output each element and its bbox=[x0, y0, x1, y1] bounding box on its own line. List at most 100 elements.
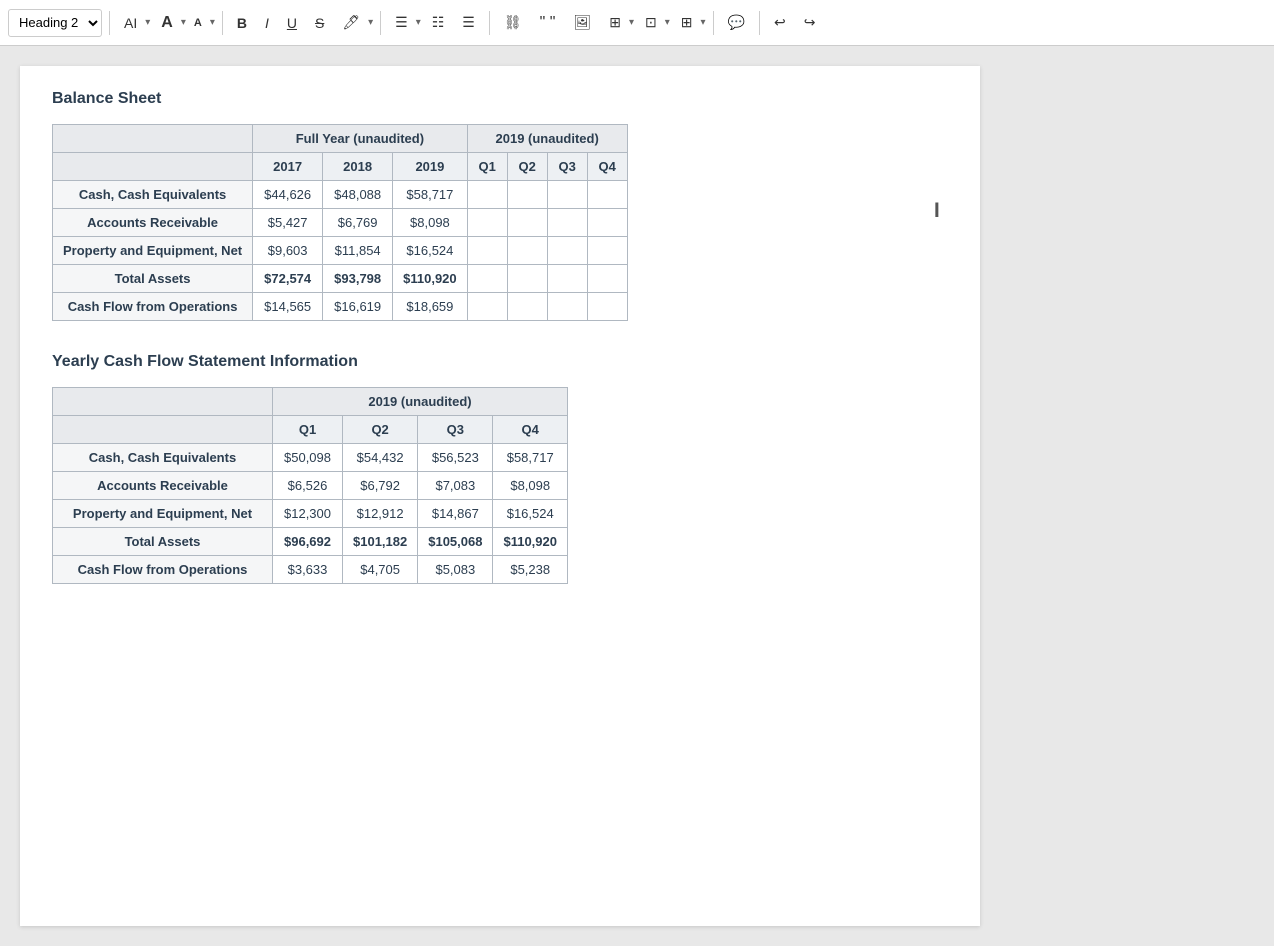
cf-col-q2: Q2 bbox=[343, 416, 418, 444]
link-button[interactable]: ⛓ bbox=[497, 9, 529, 37]
col-2018: 2018 bbox=[323, 153, 393, 181]
cf-row-label: Cash, Cash Equivalents bbox=[53, 444, 273, 472]
font-size-button[interactable]: A bbox=[154, 9, 180, 37]
align-dropdown[interactable]: ☰ ▾ bbox=[388, 9, 421, 37]
cf-row-label: Accounts Receivable bbox=[53, 472, 273, 500]
highlight-button[interactable]: 🖊 bbox=[335, 9, 367, 37]
value-q2 bbox=[507, 293, 547, 321]
font-size-small-dropdown-arrow: ▾ bbox=[210, 17, 215, 28]
value-q2 bbox=[507, 181, 547, 209]
embed-button[interactable]: ⊡ bbox=[638, 9, 664, 37]
value-q3 bbox=[547, 237, 587, 265]
cf-value-q3: $56,523 bbox=[418, 444, 493, 472]
table-row: Cash Flow from Operations $14,565 $16,61… bbox=[53, 293, 628, 321]
cf-value-q4: $8,098 bbox=[493, 472, 568, 500]
value-q1 bbox=[467, 209, 507, 237]
value-2018: $16,619 bbox=[323, 293, 393, 321]
value-2018: $11,854 bbox=[323, 237, 393, 265]
cf-value-q4: $16,524 bbox=[493, 500, 568, 528]
value-q3 bbox=[547, 293, 587, 321]
value-2019: $18,659 bbox=[393, 293, 468, 321]
cf-value-q4: $5,238 bbox=[493, 556, 568, 584]
table-button[interactable]: ⊞ bbox=[602, 9, 628, 37]
cf-col-q4: Q4 bbox=[493, 416, 568, 444]
cf-col-q1: Q1 bbox=[273, 416, 343, 444]
comment-button[interactable]: 💬 bbox=[721, 9, 752, 37]
table-row: Total Assets $96,692 $101,182 $105,068 $… bbox=[53, 528, 568, 556]
cf-value-q2: $4,705 bbox=[343, 556, 418, 584]
balance-sheet-heading: Balance Sheet bbox=[52, 90, 948, 108]
heading-select[interactable]: Heading 2 Heading 1 Heading 3 Normal bbox=[8, 9, 102, 37]
embed-dropdown[interactable]: ⊡ ▾ bbox=[638, 9, 670, 37]
value-q2 bbox=[507, 237, 547, 265]
row-label: Property and Equipment, Net bbox=[53, 237, 253, 265]
cf-value-q2: $54,432 bbox=[343, 444, 418, 472]
col-q2: Q2 bbox=[507, 153, 547, 181]
cf-value-q1: $50,098 bbox=[273, 444, 343, 472]
table-dropdown[interactable]: ⊞ ▾ bbox=[602, 9, 634, 37]
align-button[interactable]: ☰ bbox=[388, 9, 415, 37]
value-2017: $44,626 bbox=[253, 181, 323, 209]
cf-quarterly-header: 2019 (unaudited) bbox=[273, 388, 568, 416]
divider-5 bbox=[713, 11, 714, 35]
table-dropdown-arrow: ▾ bbox=[629, 17, 634, 28]
highlight-dropdown[interactable]: 🖊 ▾ bbox=[335, 9, 373, 37]
unordered-list-button[interactable]: ☰ bbox=[455, 9, 482, 37]
cf-value-q3: $7,083 bbox=[418, 472, 493, 500]
table-row: Cash, Cash Equivalents $50,098 $54,432 $… bbox=[53, 444, 568, 472]
value-2017: $9,603 bbox=[253, 237, 323, 265]
highlight-dropdown-arrow: ▾ bbox=[368, 17, 373, 28]
col-q4: Q4 bbox=[587, 153, 627, 181]
value-q3 bbox=[547, 181, 587, 209]
divider-1 bbox=[109, 11, 110, 35]
redo-button[interactable]: ↪ bbox=[797, 9, 823, 37]
cf-value-q1: $96,692 bbox=[273, 528, 343, 556]
cf-value-q1: $6,526 bbox=[273, 472, 343, 500]
corner-cell bbox=[53, 125, 253, 153]
bold-button[interactable]: B bbox=[230, 9, 254, 37]
cf-col-q3: Q3 bbox=[418, 416, 493, 444]
cf-value-q3: $5,083 bbox=[418, 556, 493, 584]
value-q4 bbox=[587, 209, 627, 237]
font-size-dropdown-arrow: ▾ bbox=[181, 17, 186, 28]
balance-sheet-section: Balance Sheet Full Year (unaudited) 2019… bbox=[52, 90, 948, 321]
value-q1 bbox=[467, 293, 507, 321]
table-row: Total Assets $72,574 $93,798 $110,920 bbox=[53, 265, 628, 293]
editor-wrapper: 𝐈 Balance Sheet Full Year (unaudited) 20… bbox=[0, 46, 1274, 946]
ordered-list-button[interactable]: ☷ bbox=[425, 9, 452, 37]
divider-2 bbox=[222, 11, 223, 35]
full-year-header: Full Year (unaudited) bbox=[253, 125, 468, 153]
special-button[interactable]: ⊞ bbox=[674, 9, 700, 37]
cash-flow-section: Yearly Cash Flow Statement Information 2… bbox=[52, 353, 948, 584]
cash-flow-table: 2019 (unaudited) Q1 Q2 Q3 Q4 Cash, Cash … bbox=[52, 387, 568, 584]
font-size-dropdown[interactable]: A ▾ A ▾ bbox=[154, 9, 215, 37]
cf-value-q2: $12,912 bbox=[343, 500, 418, 528]
divider-6 bbox=[759, 11, 760, 35]
undo-button[interactable]: ↩ bbox=[767, 9, 793, 37]
cf-sub-corner-cell bbox=[53, 416, 273, 444]
row-label: Cash Flow from Operations bbox=[53, 293, 253, 321]
col-q1: Q1 bbox=[467, 153, 507, 181]
value-2019: $16,524 bbox=[393, 237, 468, 265]
value-2019: $110,920 bbox=[393, 265, 468, 293]
divider-3 bbox=[380, 11, 381, 35]
cursor-indicator: 𝐈 bbox=[934, 200, 940, 223]
editor-content[interactable]: 𝐈 Balance Sheet Full Year (unaudited) 20… bbox=[20, 66, 980, 926]
value-2017: $72,574 bbox=[253, 265, 323, 293]
font-size-small-button[interactable]: A bbox=[187, 9, 209, 37]
quote-button[interactable]: " " bbox=[533, 9, 563, 37]
ai-dropdown[interactable]: AI ▾ bbox=[117, 9, 150, 37]
table-row: Property and Equipment, Net $9,603 $11,8… bbox=[53, 237, 628, 265]
special-dropdown[interactable]: ⊞ ▾ bbox=[674, 9, 706, 37]
underline-button[interactable]: U bbox=[280, 9, 304, 37]
image-button[interactable]: 🖼 bbox=[566, 9, 598, 37]
cf-value-q1: $12,300 bbox=[273, 500, 343, 528]
value-q4 bbox=[587, 181, 627, 209]
row-label: Accounts Receivable bbox=[53, 209, 253, 237]
cf-value-q4: $110,920 bbox=[493, 528, 568, 556]
ai-button[interactable]: AI bbox=[117, 9, 144, 37]
italic-button[interactable]: I bbox=[258, 9, 276, 37]
value-q1 bbox=[467, 237, 507, 265]
value-q1 bbox=[467, 181, 507, 209]
strikethrough-button[interactable]: S bbox=[308, 9, 331, 37]
